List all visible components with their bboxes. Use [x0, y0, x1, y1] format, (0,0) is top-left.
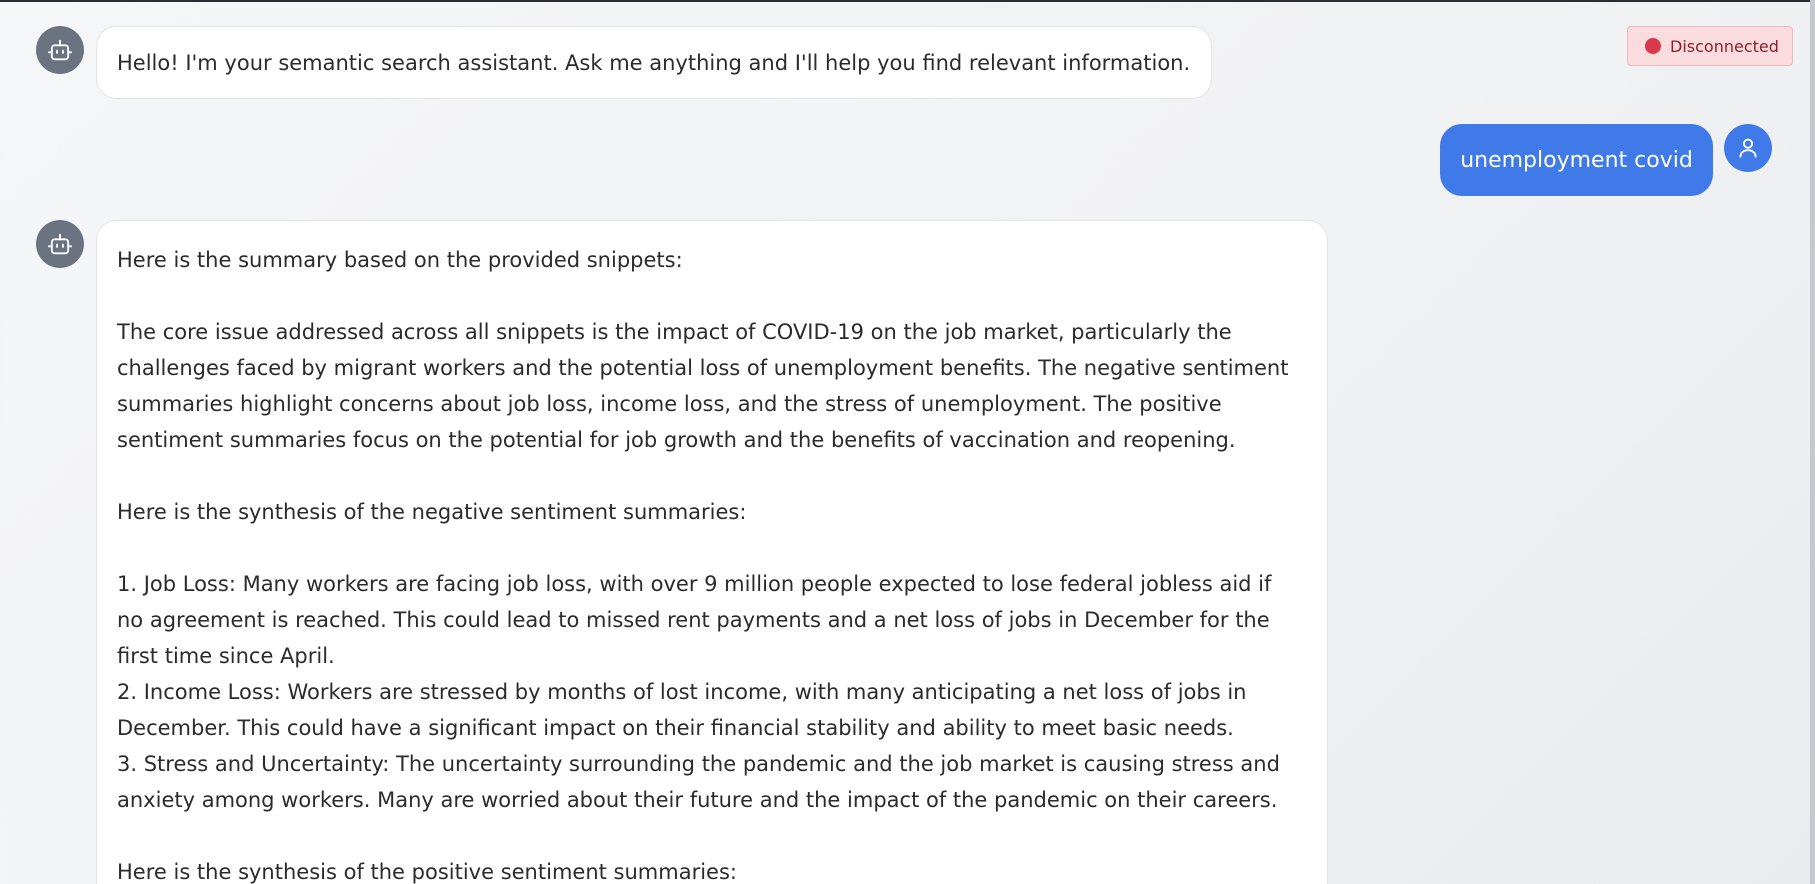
- status-dot-icon: [1645, 38, 1661, 54]
- bot-avatar: [36, 220, 84, 268]
- user-message-bubble: unemployment covid: [1440, 124, 1713, 196]
- window-top-border: [0, 0, 1815, 2]
- greeting-text: Hello! I'm your semantic search assistan…: [117, 50, 1191, 75]
- negative-item-line: 1. Job Loss: Many workers are facing job…: [117, 572, 1272, 596]
- user-query-text: unemployment covid: [1460, 147, 1693, 173]
- negative-item-line: 2. Income Loss: Workers are stressed by …: [117, 680, 1247, 704]
- bot-message-response: Here is the summary based on the provide…: [96, 220, 1328, 884]
- response-summary-line: summaries highlight concerns about job l…: [117, 392, 1222, 416]
- user-icon: [1739, 138, 1757, 158]
- negative-item-line: anxiety among workers. Many are worried …: [117, 788, 1278, 812]
- positive-heading: Here is the synthesis of the positive se…: [117, 860, 737, 884]
- negative-item-line: no agreement is reached. This could lead…: [117, 608, 1270, 632]
- user-avatar: [1724, 124, 1772, 172]
- bot-avatar: [36, 26, 84, 74]
- response-summary-line: challenges faced by migrant workers and …: [117, 356, 1289, 380]
- negative-heading: Here is the synthesis of the negative se…: [117, 500, 747, 524]
- connection-status-badge: Disconnected: [1627, 26, 1793, 66]
- connection-status-label: Disconnected: [1670, 36, 1779, 56]
- negative-item-line: first time since April.: [117, 644, 335, 668]
- robot-icon: [47, 233, 73, 255]
- response-summary-line: sentiment summaries focus on the potenti…: [117, 428, 1236, 452]
- robot-icon: [47, 39, 73, 61]
- response-intro: Here is the summary based on the provide…: [117, 248, 683, 272]
- negative-item-line: 3. Stress and Uncertainty: The uncertain…: [117, 752, 1280, 776]
- response-summary-line: The core issue addressed across all snip…: [117, 320, 1232, 344]
- bot-message-greeting: Hello! I'm your semantic search assistan…: [96, 26, 1212, 99]
- negative-item-line: December. This could have a significant …: [117, 716, 1234, 740]
- page-scrollbar[interactable]: [1810, 0, 1815, 884]
